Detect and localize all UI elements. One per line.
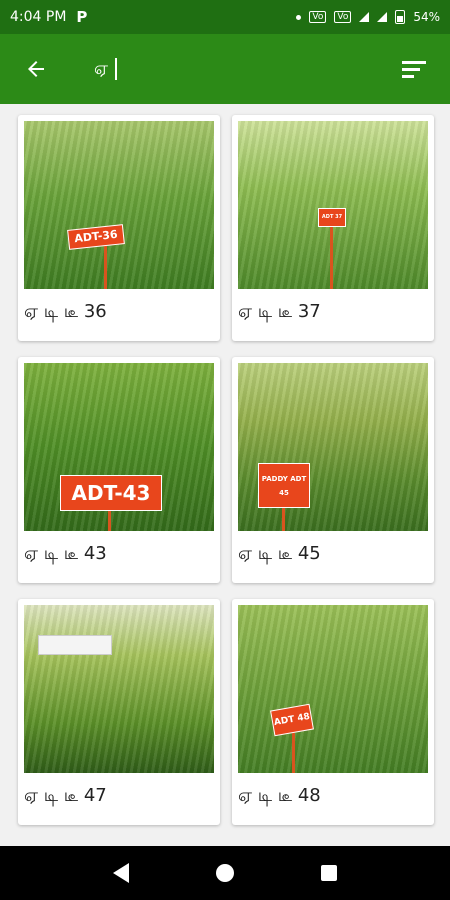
battery-percent: 54% [413,10,440,24]
system-nav-bar [0,846,450,900]
variety-sign: ADT-43 [60,475,162,511]
sort-button[interactable] [396,51,432,87]
variety-name: ஏ டி டீ 45 [238,542,321,564]
variety-card[interactable]: ADT-43 ஏ டி டீ 43 [18,357,220,583]
search-input[interactable] [94,58,114,80]
volte-icon-2: Vo [334,11,352,23]
arrow-left-icon [28,61,44,77]
signal-icon-2 [377,12,388,22]
variety-card[interactable]: ஏ டி டீ 47 [18,599,220,825]
parking-app-icon: P [76,8,88,26]
variety-photo [24,605,214,773]
variety-photo: ADT 48 [238,605,428,773]
battery-icon [395,10,406,24]
variety-card[interactable]: ADT-36 ஏ டி டீ 36 [18,115,220,341]
app-bar [0,34,450,104]
signal-icon-1 [359,12,370,22]
nav-recents-icon[interactable] [320,865,337,881]
status-time: 4:04 PM [10,9,67,25]
variety-name: ஏ டி டீ 37 [238,300,321,322]
white-sign-board [38,635,112,655]
back-button[interactable] [18,51,54,87]
nav-home-icon[interactable] [215,864,234,882]
variety-photo: ADT-36 [24,121,214,289]
variety-grid: ADT-36 ஏ டி டீ 36 ADT 37 ஏ டி டீ 37 ADT-… [18,115,434,825]
variety-name: ஏ டி டீ 47 [24,784,107,806]
variety-card[interactable]: ADT 37 ஏ டி டீ 37 [232,115,434,341]
volte-icon-1: Vo [309,11,327,23]
sort-icon [402,61,426,78]
search-field[interactable] [94,58,117,80]
notification-dot-icon [296,14,302,20]
text-cursor [115,58,117,80]
variety-card[interactable]: PADDY ADT 45 ஏ டி டீ 45 [232,357,434,583]
variety-photo: PADDY ADT 45 [238,363,428,531]
status-bar: 4:04 PM P Vo Vo 54% [0,0,450,34]
variety-card[interactable]: ADT 48 ஏ டி டீ 48 [232,599,434,825]
variety-photo: ADT 37 [238,121,428,289]
nav-back-icon[interactable] [113,863,130,883]
variety-name: ஏ டி டீ 43 [24,542,107,564]
variety-sign: PADDY ADT 45 [258,463,310,508]
variety-name: ஏ டி டீ 36 [24,300,107,322]
variety-sign: ADT 37 [318,208,346,227]
variety-photo: ADT-43 [24,363,214,531]
variety-name: ஏ டி டீ 48 [238,784,321,806]
